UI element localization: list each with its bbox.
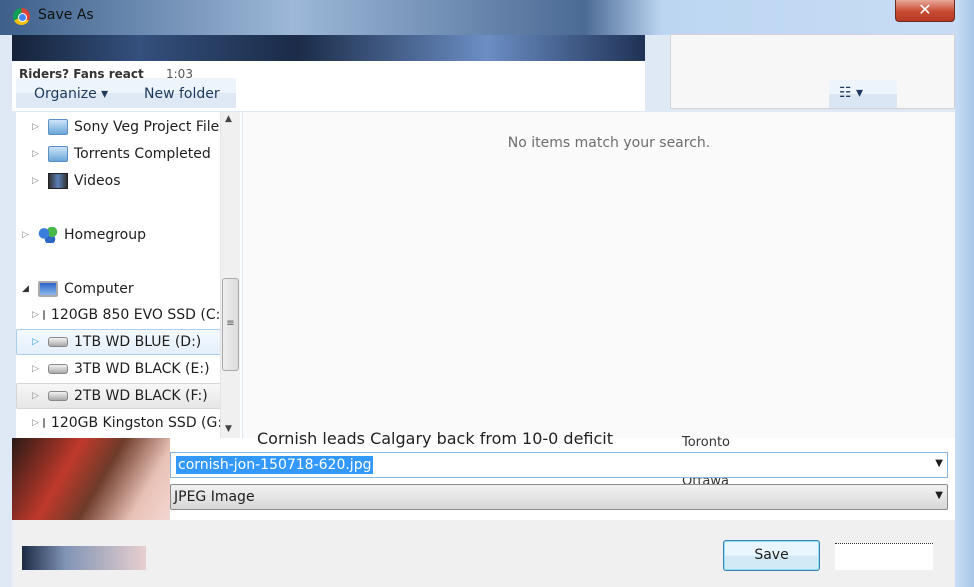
organize-button[interactable]: Organize ▾ (34, 86, 108, 102)
change-view-button[interactable]: ☷ ▾ (829, 80, 897, 108)
title-bar (0, 0, 974, 35)
expand-arrow-icon[interactable]: ▷ (32, 122, 44, 132)
file-list[interactable] (243, 112, 955, 438)
expand-arrow-icon[interactable]: ▷ (32, 391, 44, 401)
drive-icon (48, 391, 68, 401)
tree-scrollbar[interactable]: ▲ ▼ (220, 112, 240, 438)
chevron-down-icon[interactable]: ▼ (935, 490, 943, 501)
chrome-icon (13, 8, 30, 25)
scroll-down-icon[interactable]: ▼ (225, 424, 232, 434)
tree-item-drive-c[interactable]: ▷ 120GB 850 EVO SSD (C:) (32, 302, 220, 328)
tree-item-torrents-completed[interactable]: ▷ Torrents Completed (32, 141, 211, 167)
background-story: Cornish leads Calgary back from 10-0 def… (257, 429, 614, 448)
tree-item-drive-g[interactable]: ▷ 120GB Kingston SSD (G:) (32, 410, 220, 436)
expand-arrow-icon[interactable]: ▷ (32, 149, 44, 159)
folder-icon (48, 119, 68, 135)
folder-icon (48, 146, 68, 162)
tree-item-drive-d[interactable]: ▷ 1TB WD BLUE (D:) (16, 329, 221, 355)
expand-arrow-icon[interactable]: ▷ (32, 418, 39, 428)
collapse-arrow-icon[interactable]: ◢ (22, 284, 34, 294)
tree-item-computer[interactable]: ◢ Computer (22, 276, 134, 302)
expand-arrow-icon[interactable]: ▷ (22, 230, 34, 240)
scrollbar-thumb[interactable]: ≡ (222, 278, 239, 371)
navigation-tree: ▷ Sony Veg Project Files ▷ Torrents Comple… (16, 112, 242, 438)
tree-item-videos[interactable]: ▷ Videos (32, 168, 121, 194)
scroll-up-icon[interactable]: ▲ (225, 114, 232, 124)
system-drive-icon (42, 310, 45, 320)
background-panel (670, 34, 955, 109)
save-button[interactable]: Save (723, 540, 820, 571)
expand-arrow-icon[interactable]: ▷ (32, 310, 39, 320)
window-frame (955, 0, 974, 587)
drive-icon (42, 418, 45, 428)
new-folder-button[interactable]: New folder (144, 86, 220, 102)
background-city: Toronto (682, 435, 730, 450)
view-options-icon: ☷ ▾ (839, 85, 864, 101)
filetype-select[interactable]: JPEG Image ▼ (170, 484, 948, 510)
video-library-icon (48, 173, 68, 189)
background-photo (22, 546, 146, 570)
cancel-button[interactable] (835, 543, 933, 570)
chevron-down-icon[interactable]: ▼ (935, 458, 943, 469)
tree-item-sony-veg-project-files[interactable]: ▷ Sony Veg Project Files (32, 114, 227, 140)
tree-item-drive-e[interactable]: ▷ 3TB WD BLACK (E:) (32, 356, 210, 382)
close-button[interactable]: ✕ (895, 0, 955, 22)
expand-arrow-icon[interactable]: ▷ (32, 337, 44, 347)
window-title: Save As (38, 7, 94, 23)
background-photo (12, 438, 170, 520)
background-photo (12, 35, 645, 61)
expand-arrow-icon[interactable]: ▷ (32, 364, 44, 374)
empty-message: No items match your search. (507, 135, 711, 151)
filename-input[interactable]: cornish-jon-150718-620.jpg ▼ (170, 452, 948, 478)
expand-arrow-icon[interactable]: ▷ (32, 176, 44, 186)
computer-icon (38, 281, 58, 297)
filename-value: cornish-jon-150718-620.jpg (176, 456, 374, 474)
filetype-value: JPEG Image (174, 489, 255, 505)
tree-item-drive-f[interactable]: ▷ 2TB WD BLACK (F:) (16, 383, 221, 409)
drive-icon (48, 364, 68, 374)
drive-icon (48, 337, 68, 347)
tree-item-homegroup[interactable]: ▷ Homegroup (22, 222, 146, 248)
homegroup-icon (38, 227, 58, 243)
